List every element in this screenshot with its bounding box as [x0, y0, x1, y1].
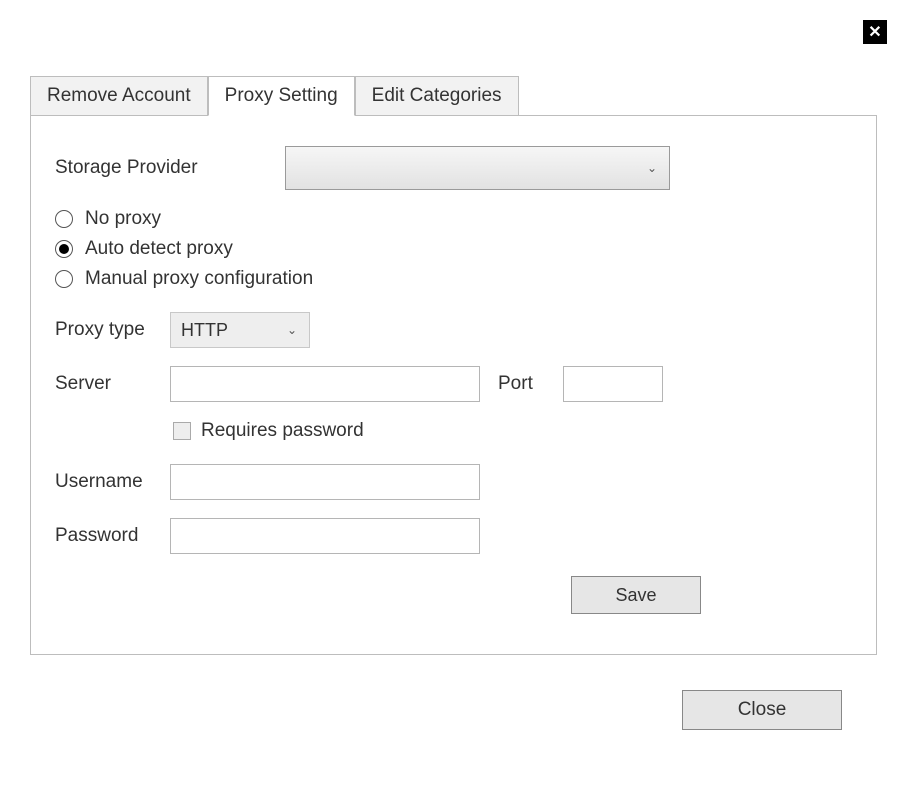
tab-remove-account[interactable]: Remove Account	[30, 76, 208, 116]
window-close-icon[interactable]: ✕	[863, 20, 887, 44]
server-input[interactable]	[170, 366, 480, 402]
proxy-type-label: Proxy type	[55, 319, 170, 341]
storage-provider-label: Storage Provider	[55, 157, 285, 179]
username-input[interactable]	[170, 464, 480, 500]
close-button[interactable]: Close	[682, 690, 842, 730]
radio-manual[interactable]	[55, 270, 73, 288]
proxy-type-dropdown[interactable]: HTTP ⌄	[170, 312, 310, 348]
port-label: Port	[498, 373, 533, 395]
radio-auto-detect[interactable]	[55, 240, 73, 258]
requires-password-label: Requires password	[201, 420, 364, 442]
tab-row: Remove Account Proxy Setting Edit Catego…	[30, 75, 877, 115]
tab-edit-categories[interactable]: Edit Categories	[355, 76, 519, 116]
server-label: Server	[55, 373, 170, 395]
storage-provider-dropdown[interactable]: ⌄	[285, 146, 670, 190]
proxy-setting-panel: Storage Provider ⌄ No proxy Auto detect …	[30, 115, 877, 655]
radio-manual-label: Manual proxy configuration	[85, 268, 313, 290]
save-button[interactable]: Save	[571, 576, 701, 614]
password-input[interactable]	[170, 518, 480, 554]
port-input[interactable]	[563, 366, 663, 402]
chevron-down-icon: ⌄	[287, 323, 297, 337]
chevron-down-icon: ⌄	[647, 161, 657, 175]
requires-password-checkbox[interactable]	[173, 422, 191, 440]
radio-no-proxy-label: No proxy	[85, 208, 161, 230]
radio-auto-detect-label: Auto detect proxy	[85, 238, 233, 260]
proxy-type-value: HTTP	[181, 320, 228, 341]
radio-no-proxy[interactable]	[55, 210, 73, 228]
password-label: Password	[55, 525, 170, 547]
username-label: Username	[55, 471, 170, 493]
tab-proxy-setting[interactable]: Proxy Setting	[208, 76, 355, 116]
